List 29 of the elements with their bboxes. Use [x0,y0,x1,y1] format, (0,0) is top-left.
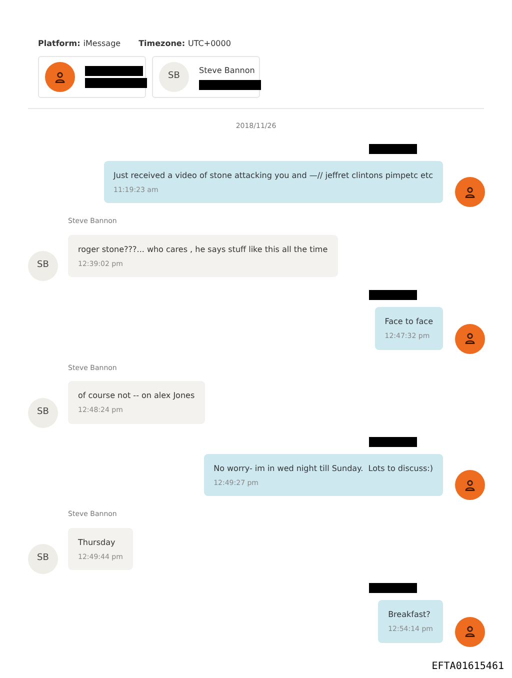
initials-avatar: SB [28,251,58,281]
message-text: Breakfast? [388,609,432,620]
message-text: Face to face [384,316,433,327]
message-text: Just received a video of stone attacking you and —// jeffret clintons pimpetc etc [114,170,433,180]
participant-name: Steve Bannon [199,64,256,76]
redaction-bar [369,144,417,154]
redaction-bar [369,436,417,446]
person-icon [465,186,475,198]
message-text: of course not -- on alex Jones [78,390,195,401]
platform-value: iMessage [83,38,121,50]
person-icon [465,480,475,490]
initials-avatar: SB [28,398,58,428]
timezone-label: Timezone: [138,38,186,50]
redaction-bar [369,290,417,300]
person-icon [55,72,65,82]
person-icon [465,626,475,637]
document-number: EFTA01615461 [432,660,504,674]
initials-avatar: SB [28,544,58,574]
message-text: No worry- im in wed night till Sunday. Lots to discuss:) [214,462,433,474]
redaction-bar [199,80,261,90]
person-icon [465,333,475,344]
platform-label: Platform: [38,38,80,50]
timezone-value: UTC+0000 [188,38,231,50]
initials-avatar: SB [159,62,189,92]
redaction-bar [369,583,417,593]
message-text: roger stone???... who cares , he says stuff like this all the time [78,244,328,254]
message-text: Thursday [78,536,116,548]
redaction-bar [85,66,143,76]
redaction-bar [85,78,147,88]
